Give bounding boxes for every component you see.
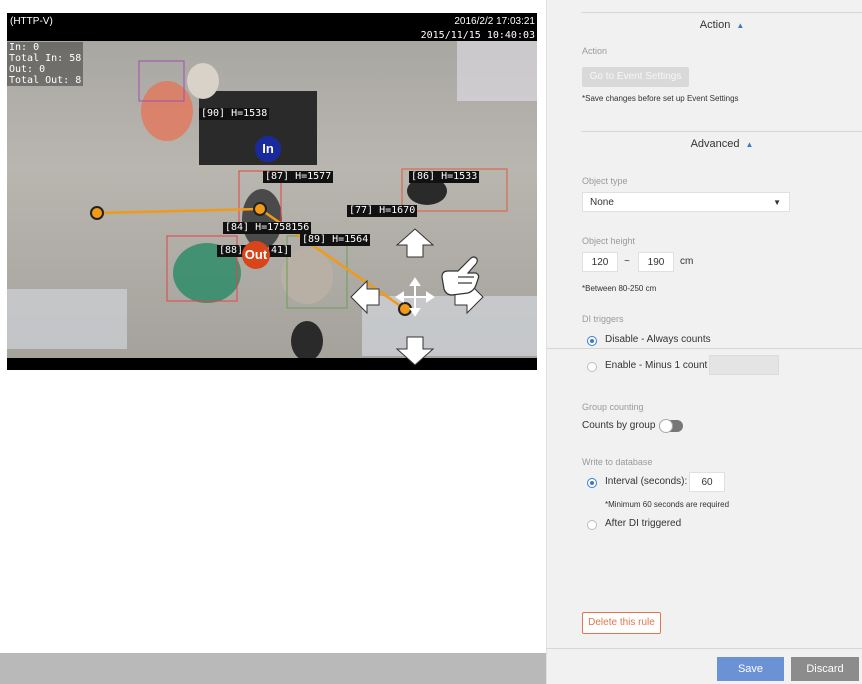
divider [581,12,862,13]
di-disable-label[interactable]: Disable - Always counts [605,334,711,345]
counter-out: Out: 0 [9,64,46,75]
divider [547,348,862,349]
divider [581,131,862,132]
di-enable-radio[interactable] [587,362,597,372]
move-down-icon [395,336,435,366]
video-header: (HTTP-V) 2016/2/2 17:03:21 2015/11/15 10… [7,13,537,41]
date-time-1: 2016/2/2 17:03:21 [454,16,535,27]
object-label: [77] H=1670 [347,205,418,217]
counter-total-in: Total In: 58 [9,53,82,64]
move-left-icon [350,279,380,315]
move-up-icon [395,228,435,258]
action-label: Action [582,46,608,56]
object-height-min-input[interactable]: 120 [582,252,618,272]
object-label: [86] H=1533 [409,171,480,183]
bottom-bar [0,653,546,684]
object-label: [90] H=1538 [199,108,270,120]
toggle-knob [659,419,673,433]
in-direction-badge: In [255,136,281,162]
stream-label: (HTTP-V) [10,16,53,27]
move-arrows[interactable] [347,225,487,370]
hand-pointer-icon [441,256,480,296]
height-range-note: *Between 80-250 cm [582,284,657,293]
divider [547,648,862,649]
rule-settings-panel: Action ▲ Action Go to Event Settings *Sav… [546,0,862,684]
height-unit: cm [680,256,694,267]
counter-in: In: 0 [9,42,40,53]
action-section-header[interactable]: Action ▲ [581,19,862,31]
group-counting-label: Group counting [582,402,644,412]
date-time-2: 2015/11/15 10:40:03 [420,30,535,41]
go-to-event-settings-button[interactable]: Go to Event Settings [582,67,689,87]
save-note: *Save changes before set up Event Settin… [582,94,739,103]
di-enable-label[interactable]: Enable - Minus 1 count [605,360,707,371]
video-preview[interactable]: (HTTP-V) 2016/2/2 17:03:21 2015/11/15 10… [7,13,537,370]
caret-up-icon: ▲ [745,140,754,149]
action-section-title: Action [699,19,731,31]
after-di-radio[interactable] [587,520,597,530]
after-di-label[interactable]: After DI triggered [605,518,681,529]
object-type-value: None [590,197,614,208]
object-label: [87] H=1577 [263,171,334,183]
discard-button[interactable]: Discard [791,657,859,681]
counter-box: In: 0 Total In: 58 Out: 0 Total Out: 8 [7,42,84,86]
interval-input[interactable]: 60 [689,472,725,492]
object-label: [84] H=1758156 [223,222,312,234]
interval-radio[interactable] [587,478,597,488]
counts-by-group-label: Counts by group [582,420,656,431]
interval-label[interactable]: Interval (seconds): [605,476,687,487]
object-type-select[interactable]: None ▼ [582,192,790,212]
delete-rule-button[interactable]: Delete this rule [582,612,661,634]
counts-by-group-toggle[interactable] [659,419,683,433]
out-direction-badge: Out [242,241,270,269]
di-enable-value-input[interactable] [709,355,779,375]
write-db-label: Write to database [582,457,653,467]
dropdown-arrow-icon: ▼ [773,198,781,207]
move-cross-icon [395,277,435,317]
height-range-separator: ~ [624,256,630,267]
di-disable-radio[interactable] [587,336,597,346]
advanced-section-title: Advanced [690,138,740,150]
object-height-label: Object height [582,236,636,246]
save-button[interactable]: Save [717,657,784,681]
counter-total-out: Total Out: 8 [9,75,82,86]
object-type-label: Object type [582,176,628,186]
advanced-section-header[interactable]: Advanced ▲ [581,138,862,150]
interval-note: *Minimum 60 seconds are required [605,500,730,509]
caret-up-icon: ▲ [736,21,745,30]
object-height-max-input[interactable]: 190 [638,252,674,272]
di-triggers-label: DI triggers [582,314,624,324]
object-label: 41] [269,245,292,257]
